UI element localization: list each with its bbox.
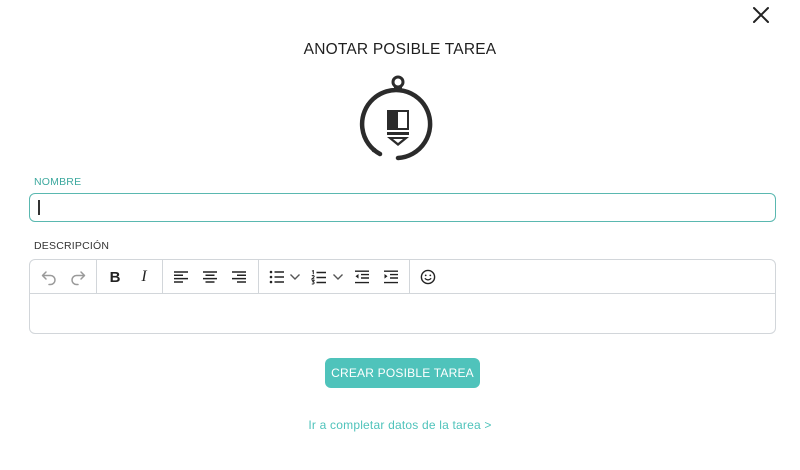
chevron-down-icon <box>290 274 300 280</box>
chevron-down-icon <box>333 274 343 280</box>
bullet-list-icon <box>269 270 284 284</box>
align-center-button[interactable] <box>199 266 221 288</box>
align-center-icon <box>203 271 217 283</box>
italic-button[interactable]: I <box>133 266 155 288</box>
align-left-button[interactable] <box>170 266 192 288</box>
bullet-list-button[interactable] <box>266 266 288 288</box>
align-right-icon <box>232 271 246 283</box>
numbered-list-icon <box>311 269 326 285</box>
toolbar-divider <box>162 260 163 294</box>
description-textarea[interactable] <box>30 294 775 334</box>
align-right-button[interactable] <box>228 266 250 288</box>
undo-icon <box>41 271 56 286</box>
toolbar-divider <box>258 260 259 294</box>
close-button[interactable] <box>750 4 772 26</box>
editor-toolbar: B I <box>30 260 775 294</box>
create-task-button[interactable]: CREAR POSIBLE TAREA <box>325 358 480 388</box>
dialog-title: ANOTAR POSIBLE TAREA <box>303 41 497 58</box>
bold-icon: B <box>109 268 121 286</box>
align-left-icon <box>174 271 188 283</box>
task-logo-icon <box>358 74 438 162</box>
redo-icon <box>71 271 86 286</box>
undo-button[interactable] <box>38 266 60 288</box>
description-editor: B I <box>29 259 776 334</box>
description-label: DESCRIPCIÓN <box>34 240 110 252</box>
bold-button[interactable]: B <box>104 266 126 288</box>
close-icon <box>753 7 769 23</box>
bullet-list-dropdown[interactable] <box>287 266 303 288</box>
emoji-button[interactable] <box>417 266 439 288</box>
numbered-list-dropdown[interactable] <box>330 266 346 288</box>
italic-icon: I <box>141 268 147 285</box>
outdent-icon <box>355 270 369 284</box>
numbered-list-button[interactable] <box>308 266 330 288</box>
name-label: NOMBRE <box>34 176 82 188</box>
toolbar-divider <box>96 260 97 294</box>
indent-button[interactable] <box>380 266 402 288</box>
emoji-icon <box>420 269 436 285</box>
redo-button[interactable] <box>67 266 89 288</box>
complete-task-link[interactable]: Ir a completar datos de la tarea > <box>0 418 800 432</box>
indent-icon <box>384 270 398 284</box>
text-caret <box>38 200 40 215</box>
toolbar-divider <box>409 260 410 294</box>
outdent-button[interactable] <box>351 266 373 288</box>
name-input[interactable] <box>29 193 776 222</box>
